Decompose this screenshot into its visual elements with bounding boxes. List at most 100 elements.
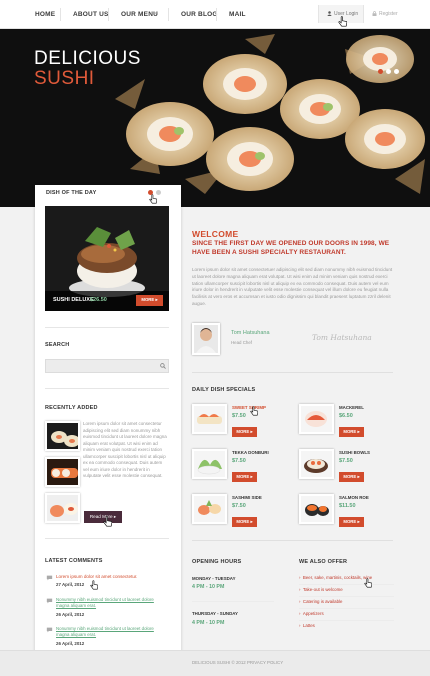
- chef-name[interactable]: Tom Hatsuhana: [231, 330, 270, 336]
- special-name-3: TEKKA DONBURI: [232, 450, 269, 455]
- search-input[interactable]: [45, 359, 169, 373]
- dish-name: SUSHI DELUXE: [53, 297, 94, 303]
- chef-signature: Tom Hatsuhana: [312, 333, 372, 342]
- specials-title: DAILY DISH SPECIALS: [192, 387, 256, 393]
- recent-thumb-3[interactable]: [45, 493, 80, 523]
- nav-our-blog[interactable]: OUR BLOG: [181, 11, 218, 18]
- special-more-button-4[interactable]: MORE: [339, 472, 364, 482]
- special-more-button-2[interactable]: MORE: [339, 427, 364, 437]
- special-name-1: SWEET SHRIMP: [232, 405, 266, 410]
- top-navigation: HOME ABOUT US OUR MENU ▾ OUR BLOG MAIL U…: [0, 0, 430, 29]
- slider-dot-active[interactable]: [378, 69, 383, 74]
- nav-about-us[interactable]: ABOUT US: [73, 11, 109, 18]
- cursor-hand-icon: [250, 406, 258, 416]
- special-image-5[interactable]: [192, 494, 227, 524]
- search-icon[interactable]: [160, 363, 166, 369]
- divider: [192, 372, 393, 373]
- chef-role: Head Chef: [231, 340, 252, 345]
- hours-time-1: 4 PM - 10 PM: [192, 584, 225, 590]
- divider: [45, 388, 169, 389]
- comment-date-3: 26 April, 2012: [56, 641, 85, 646]
- comment-text-3[interactable]: Nonummy nibh euismod tincidunt ut laoree…: [56, 626, 156, 639]
- nav-divider: [108, 8, 109, 21]
- nav-home[interactable]: HOME: [35, 11, 55, 18]
- offer-item-1[interactable]: Beer, sake, martinis, cocktails, wine: [299, 575, 372, 580]
- special-price-3: $7.50: [232, 458, 246, 464]
- special-more-button-5[interactable]: MORE: [232, 517, 257, 527]
- slider-dot[interactable]: [394, 69, 399, 74]
- recent-description: Lorem ipsum dolor sit amet consectetur a…: [83, 421, 167, 478]
- offer-item-4[interactable]: Appetizers: [299, 611, 324, 616]
- slider-dot[interactable]: [386, 69, 391, 74]
- dish-of-day-title: DISH OF THE DAY: [46, 190, 97, 196]
- nav-divider: [216, 8, 217, 21]
- special-price-2: $6.50: [339, 413, 353, 419]
- sidebar: DISH OF THE DAY SUSHI DELUXE $26.50 MORE…: [35, 185, 181, 676]
- divider: [192, 540, 393, 541]
- cursor-hand-icon: [90, 580, 98, 590]
- nav-divider: [168, 8, 169, 21]
- divider: [45, 538, 169, 539]
- special-price-1: $7.50: [232, 413, 246, 419]
- search-title: SEARCH: [45, 342, 70, 348]
- recent-thumb-2[interactable]: [45, 457, 80, 487]
- special-image-2[interactable]: [299, 404, 334, 434]
- lock-icon: [372, 11, 377, 16]
- welcome-tagline: SINCE THE FIRST DAY WE OPENED OUR DOORS …: [192, 240, 390, 256]
- hours-days-2: THURSDAY - SUNDAY: [192, 611, 238, 616]
- offer-item-2[interactable]: Take-out is welcome: [299, 587, 343, 592]
- register-link[interactable]: Register: [372, 11, 398, 17]
- divider: [299, 596, 394, 597]
- divider: [299, 584, 394, 585]
- special-name-4: SUSHI BOWLS: [339, 450, 370, 455]
- footer-text: DELICIOUS SUSHI © 2012 PRIVACY POLICY: [192, 660, 284, 665]
- special-image-1[interactable]: [192, 404, 227, 434]
- divider: [299, 608, 394, 609]
- dish-more-button[interactable]: MORE: [136, 295, 163, 306]
- welcome-title: WELCOME: [192, 229, 239, 239]
- latest-comments-title: LATEST COMMENTS: [45, 558, 103, 564]
- chef-avatar: [192, 323, 220, 355]
- cursor-hand-icon: [149, 194, 157, 204]
- offer-item-3[interactable]: Catering is available: [299, 599, 343, 604]
- cursor-hand-icon: [338, 16, 347, 27]
- special-more-button-3[interactable]: MORE: [232, 472, 257, 482]
- offer-item-5[interactable]: Lattes: [299, 623, 315, 628]
- special-name-2: MACKEREL: [339, 405, 364, 410]
- welcome-body: Lorem ipsum dolor sit amet consectetuer …: [192, 267, 393, 306]
- comment-date-1: 27 April, 2012: [56, 582, 85, 587]
- comment-icon: [46, 627, 53, 633]
- we-also-offer-title: WE ALSO OFFER: [299, 559, 348, 565]
- cursor-hand-icon: [364, 578, 372, 588]
- recent-thumb-1[interactable]: [45, 421, 80, 451]
- special-image-3[interactable]: [192, 449, 227, 479]
- comment-date-2: 26 April, 2012: [56, 612, 85, 617]
- user-icon: [327, 11, 332, 16]
- hero-title-line-2: SUSHI: [34, 68, 95, 89]
- special-name-5: SASHIMI SIDE: [232, 495, 262, 500]
- opening-hours-title: OPENING HOURS: [192, 559, 242, 565]
- divider: [192, 601, 274, 602]
- nav-mail[interactable]: MAIL: [229, 11, 246, 18]
- cursor-hand-icon: [103, 516, 112, 527]
- special-image-6[interactable]: [299, 494, 334, 524]
- dish-of-day-image[interactable]: SUSHI DELUXE $26.50 MORE: [45, 206, 169, 311]
- nav-divider: [60, 8, 61, 21]
- special-more-button-1[interactable]: MORE: [232, 427, 257, 437]
- special-more-button-6[interactable]: MORE: [339, 517, 364, 527]
- chevron-down-icon: ▾: [155, 11, 158, 17]
- divider: [299, 620, 394, 621]
- hero-banner: DELICIOUS SUSHI: [0, 29, 430, 207]
- hours-time-2: 4 PM - 10 PM: [192, 620, 225, 626]
- hours-days-1: MONDAY - TUESDAY: [192, 576, 236, 581]
- comment-text-2[interactable]: Nonummy nibh euismod tincidunt ut laoree…: [56, 597, 156, 610]
- special-price-4: $7.50: [339, 458, 353, 464]
- comment-icon: [46, 598, 53, 604]
- special-image-4[interactable]: [299, 449, 334, 479]
- comment-icon: [46, 575, 53, 581]
- special-price-6: $11.50: [339, 503, 356, 509]
- nav-our-menu[interactable]: OUR MENU: [121, 11, 158, 18]
- comment-text-1[interactable]: Lorem ipsum dolor sit amet consectetur.: [56, 574, 164, 581]
- hero-title-line-1: DELICIOUS: [34, 48, 141, 69]
- recently-added-title: RECENTLY ADDED: [45, 405, 98, 411]
